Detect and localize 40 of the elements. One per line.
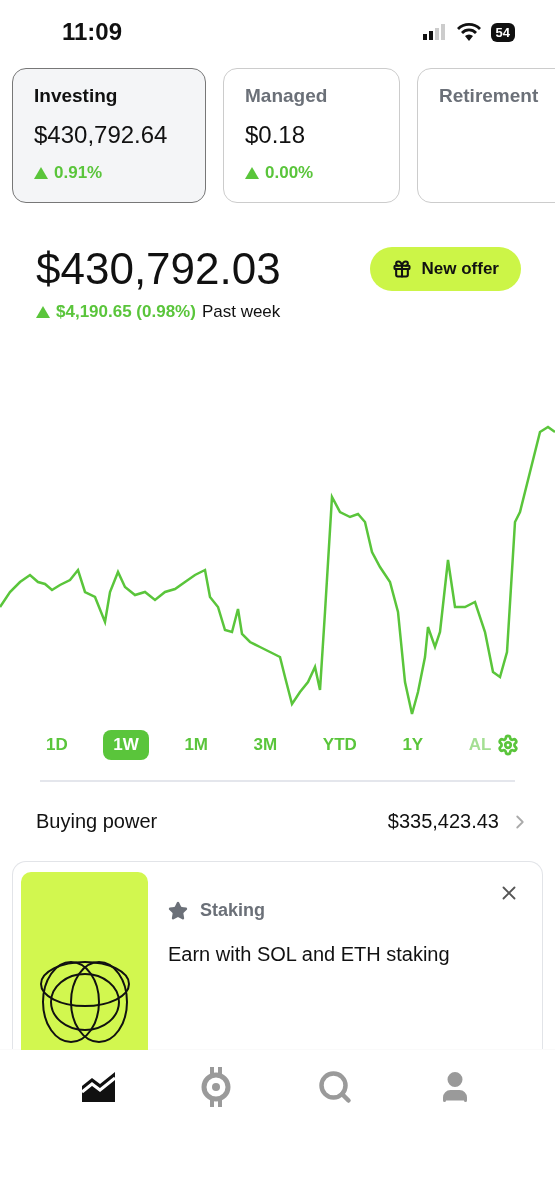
range-tab[interactable]: 1M bbox=[174, 730, 218, 760]
buying-power-label: Buying power bbox=[36, 810, 158, 833]
up-triangle-icon bbox=[245, 167, 259, 179]
account-change: 0.91% bbox=[54, 163, 103, 183]
account-card[interactable]: Retirement bbox=[417, 68, 555, 203]
account-value: $0.18 bbox=[245, 121, 307, 149]
battery-level: 54 bbox=[490, 22, 515, 42]
portfolio-change: $4,190.65 (0.98%) bbox=[56, 302, 196, 322]
account-value: $430,792.64 bbox=[34, 121, 169, 149]
chart-icon bbox=[82, 1072, 117, 1102]
gift-icon bbox=[391, 259, 412, 279]
portfolio-value: $430,792.03 bbox=[36, 244, 281, 294]
promo-card[interactable]: Staking Earn with SOL and ETH staking bbox=[12, 861, 543, 1049]
wifi-icon bbox=[456, 23, 481, 41]
account-change: 0.00% bbox=[265, 163, 314, 183]
status-time: 11:09 bbox=[62, 18, 123, 46]
range-tab[interactable]: 1Y bbox=[392, 730, 434, 760]
settings-icon[interactable] bbox=[497, 734, 519, 756]
range-tab[interactable]: 1D bbox=[36, 730, 78, 760]
account-name: Investing bbox=[34, 85, 119, 107]
account-card[interactable]: Managed $0.18 0.00% bbox=[223, 68, 400, 203]
range-tab[interactable]: YTD bbox=[312, 730, 367, 760]
coin-icon bbox=[200, 1067, 233, 1107]
account-name: Retirement bbox=[439, 85, 540, 107]
new-offer-button[interactable]: New offer bbox=[369, 247, 521, 291]
promo-title: Earn with SOL and ETH staking bbox=[168, 943, 450, 966]
star-icon bbox=[168, 900, 188, 921]
range-tab[interactable]: 1W bbox=[103, 730, 149, 760]
account-card[interactable]: Investing $430,792.64 0.91% bbox=[12, 68, 206, 203]
range-tab[interactable]: AL bbox=[458, 730, 502, 760]
signal-icon bbox=[422, 24, 447, 40]
promo-tag: Staking bbox=[200, 900, 265, 921]
up-triangle-icon bbox=[34, 167, 48, 179]
buying-power-value: $335,423.43 bbox=[387, 810, 499, 833]
up-triangle-icon bbox=[36, 306, 50, 318]
period-label: Past week bbox=[201, 302, 281, 322]
range-tab[interactable]: 3M bbox=[243, 730, 288, 760]
nav-tab[interactable] bbox=[82, 1072, 117, 1102]
search-icon bbox=[316, 1069, 353, 1105]
account-name: Managed bbox=[245, 85, 329, 107]
